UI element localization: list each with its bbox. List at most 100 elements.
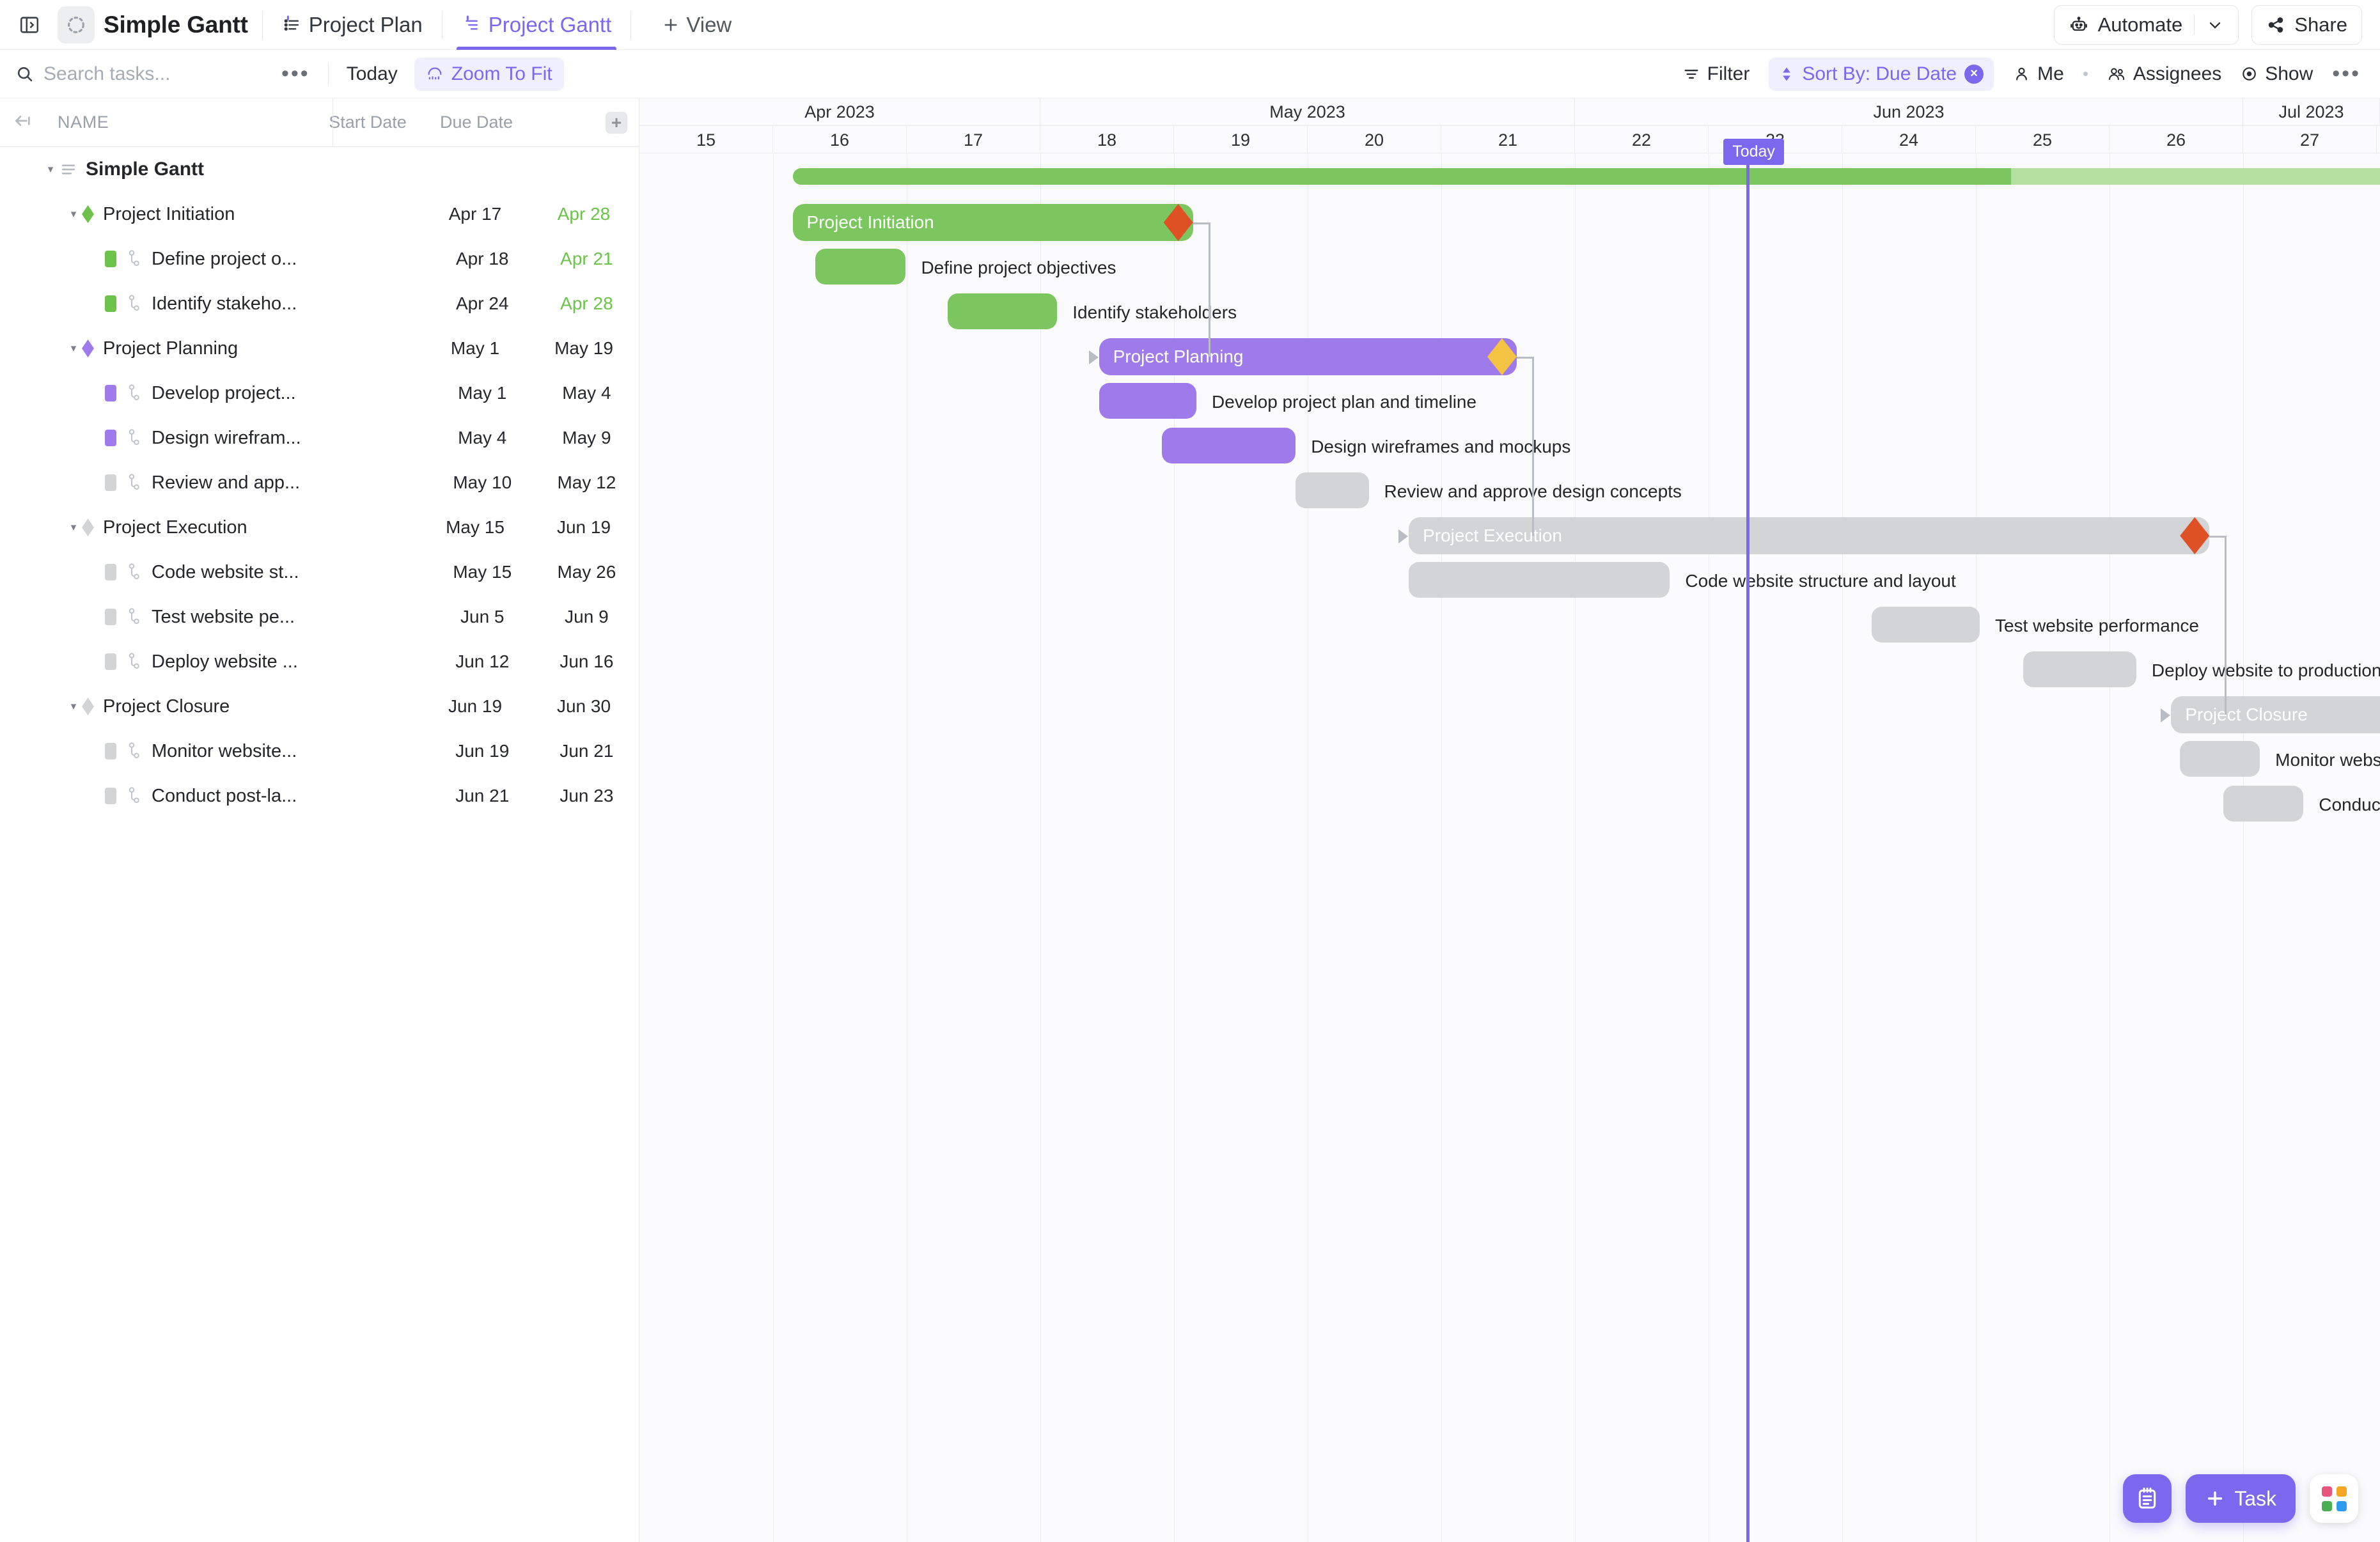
gantt-bar[interactable] bbox=[1409, 562, 1670, 598]
task-row[interactable]: ▾ Project Planning May 1 May 19 bbox=[0, 326, 639, 371]
task-name-cell[interactable]: Define project o... bbox=[105, 248, 430, 270]
zoom-to-fit-button[interactable]: Zoom To Fit bbox=[414, 57, 564, 91]
task-row[interactable]: ▾Test website pe...Jun 5Jun 9 bbox=[0, 595, 639, 639]
gantt-bar[interactable] bbox=[947, 293, 1058, 329]
toolbar-more-button[interactable]: ••• bbox=[281, 61, 310, 86]
start-date-cell[interactable]: May 10 bbox=[430, 472, 535, 493]
automate-button[interactable]: Automate bbox=[2053, 4, 2239, 45]
gantt-bar[interactable] bbox=[2179, 741, 2260, 777]
task-row[interactable]: ▾ Project Execution May 15 Jun 19 bbox=[0, 505, 639, 550]
toolbar-overflow-button[interactable]: ••• bbox=[2332, 61, 2361, 86]
due-date-cell[interactable]: Jun 23 bbox=[535, 786, 639, 806]
share-button[interactable]: Share bbox=[2251, 4, 2362, 45]
due-date-cell[interactable]: May 26 bbox=[535, 562, 639, 582]
row-expand-caret[interactable]: ▾ bbox=[65, 700, 82, 713]
start-date-cell[interactable]: May 1 bbox=[430, 383, 535, 403]
task-name-cell[interactable]: Simple Gantt bbox=[59, 159, 398, 180]
due-date-cell[interactable]: Apr 21 bbox=[535, 249, 639, 269]
start-date-cell[interactable]: Jun 21 bbox=[430, 786, 535, 806]
start-date-cell[interactable]: Apr 17 bbox=[421, 204, 529, 224]
task-name-cell[interactable]: Design wirefram... bbox=[105, 427, 430, 449]
column-header-name[interactable]: NAME bbox=[58, 113, 313, 132]
task-name-cell[interactable]: Monitor website... bbox=[105, 740, 430, 763]
task-row[interactable]: ▾Conduct post-la...Jun 21Jun 23 bbox=[0, 774, 639, 818]
start-date-cell[interactable]: Jun 5 bbox=[430, 607, 535, 627]
status-badge[interactable] bbox=[105, 474, 116, 491]
start-date-cell[interactable]: Jun 19 bbox=[430, 741, 535, 761]
due-date-cell[interactable]: May 4 bbox=[535, 383, 639, 403]
start-date-cell[interactable]: Apr 24 bbox=[430, 293, 535, 314]
overall-progress-bar[interactable] bbox=[792, 168, 2380, 185]
gantt-body[interactable]: Project Initiation Define project objecti… bbox=[639, 139, 2380, 1542]
assignees-button[interactable]: Assignees bbox=[2107, 63, 2221, 85]
gantt-bar[interactable] bbox=[2223, 786, 2304, 822]
tab-project-plan[interactable]: Project Plan bbox=[277, 0, 428, 50]
task-name-cell[interactable]: Identify stakeho... bbox=[105, 293, 430, 315]
column-header-start-date[interactable]: Start Date bbox=[313, 113, 422, 132]
status-badge[interactable] bbox=[105, 788, 116, 804]
task-name-cell[interactable]: Test website pe... bbox=[105, 606, 430, 628]
gantt-bar[interactable]: Project Planning bbox=[1099, 338, 1517, 375]
status-badge[interactable] bbox=[105, 609, 116, 625]
add-column-button[interactable]: + bbox=[606, 111, 627, 134]
task-row[interactable]: ▾Deploy website ...Jun 12Jun 16 bbox=[0, 639, 639, 684]
due-date-cell[interactable]: Jun 30 bbox=[529, 696, 638, 717]
task-row-list-root[interactable]: ▾ Simple Gantt bbox=[0, 147, 639, 192]
task-name-cell[interactable]: Project Planning bbox=[82, 338, 421, 359]
start-date-cell[interactable]: May 4 bbox=[430, 428, 535, 448]
sort-clear-button[interactable]: × bbox=[1964, 64, 1984, 84]
gantt-bar[interactable] bbox=[1099, 383, 1197, 419]
sort-by-button[interactable]: Sort By: Due Date × bbox=[1769, 57, 1994, 91]
gantt-bar[interactable] bbox=[815, 249, 906, 284]
start-date-cell[interactable]: May 1 bbox=[421, 338, 529, 359]
task-name-cell[interactable]: Project Execution bbox=[82, 517, 421, 538]
task-name-cell[interactable]: Review and app... bbox=[105, 472, 430, 494]
gantt-bar[interactable]: Project Execution bbox=[1409, 517, 2210, 554]
apps-button[interactable] bbox=[2310, 1474, 2358, 1523]
add-view-button[interactable]: View bbox=[662, 13, 732, 37]
search-input[interactable]: Search tasks... bbox=[15, 63, 246, 85]
row-expand-caret[interactable]: ▾ bbox=[65, 208, 82, 221]
due-date-cell[interactable]: May 19 bbox=[529, 338, 638, 359]
collapse-panel-button[interactable] bbox=[13, 111, 33, 134]
today-button[interactable]: Today bbox=[347, 63, 398, 85]
task-name-cell[interactable]: Develop project... bbox=[105, 382, 430, 405]
task-row[interactable]: ▾Define project o...Apr 18Apr 21 bbox=[0, 237, 639, 281]
due-date-cell[interactable]: Jun 16 bbox=[535, 651, 639, 672]
task-row[interactable]: ▾Review and app...May 10May 12 bbox=[0, 460, 639, 505]
task-name-cell[interactable]: Project Closure bbox=[82, 696, 421, 717]
notepad-button[interactable] bbox=[2123, 1474, 2172, 1523]
task-name-cell[interactable]: Conduct post-la... bbox=[105, 785, 430, 807]
task-row[interactable]: ▾Code website st...May 15May 26 bbox=[0, 550, 639, 595]
start-date-cell[interactable]: Apr 18 bbox=[430, 249, 535, 269]
due-date-cell[interactable]: Jun 9 bbox=[535, 607, 639, 627]
add-task-button[interactable]: Task bbox=[2186, 1474, 2296, 1523]
gantt-bar[interactable] bbox=[1161, 428, 1296, 463]
sidebar-toggle-button[interactable] bbox=[12, 7, 47, 43]
task-name-cell[interactable]: Project Initiation bbox=[82, 204, 421, 225]
due-date-cell[interactable]: May 12 bbox=[535, 472, 639, 493]
due-date-cell[interactable]: May 9 bbox=[535, 428, 639, 448]
start-date-cell[interactable]: Jun 19 bbox=[421, 696, 529, 717]
task-row[interactable]: ▾ Project Initiation Apr 17 Apr 28 bbox=[0, 192, 639, 237]
space-avatar[interactable] bbox=[58, 6, 95, 43]
gantt-bar[interactable] bbox=[1296, 472, 1369, 508]
gantt-bar[interactable] bbox=[1872, 607, 1980, 642]
gantt-bar[interactable] bbox=[2023, 651, 2136, 687]
show-button[interactable]: Show bbox=[2241, 63, 2313, 85]
start-date-cell[interactable]: May 15 bbox=[421, 517, 529, 538]
task-row[interactable]: ▾Identify stakeho...Apr 24Apr 28 bbox=[0, 281, 639, 326]
due-date-cell[interactable]: Apr 28 bbox=[529, 204, 638, 224]
gantt-bar[interactable]: Project Initiation bbox=[792, 204, 1193, 241]
task-row[interactable]: ▾ Project Closure Jun 19 Jun 30 bbox=[0, 684, 639, 729]
start-date-cell[interactable]: Jun 12 bbox=[430, 651, 535, 672]
status-badge[interactable] bbox=[105, 743, 116, 759]
status-badge[interactable] bbox=[105, 430, 116, 446]
due-date-cell[interactable]: Jun 21 bbox=[535, 741, 639, 761]
status-badge[interactable] bbox=[105, 564, 116, 580]
task-name-cell[interactable]: Deploy website ... bbox=[105, 651, 430, 673]
status-badge[interactable] bbox=[105, 295, 116, 312]
status-badge[interactable] bbox=[105, 653, 116, 670]
gantt-bar[interactable]: Project Closure bbox=[2171, 696, 2380, 733]
due-date-cell[interactable]: Jun 19 bbox=[529, 517, 638, 538]
